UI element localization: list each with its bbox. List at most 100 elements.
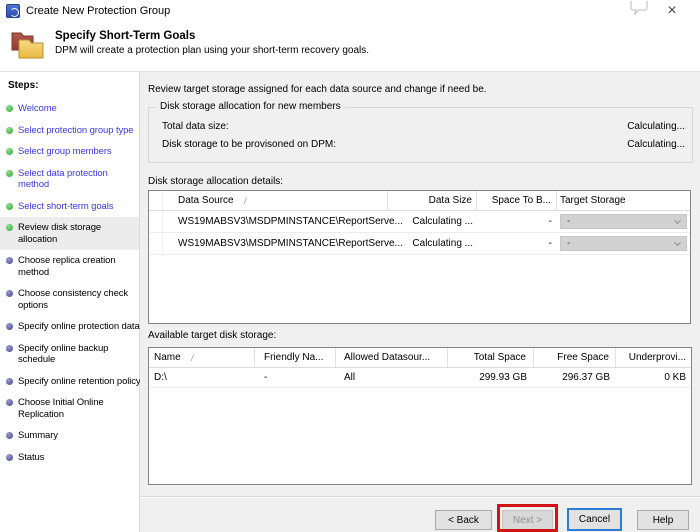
column-header-data-source[interactable]: Data Source / bbox=[163, 191, 388, 210]
target-storage-dropdown[interactable]: - bbox=[560, 214, 687, 229]
feedback-bubble-icon[interactable] bbox=[630, 1, 648, 20]
sidebar-step-label: Select group members bbox=[18, 146, 112, 157]
allocation-groupbox-legend: Disk storage allocation for new members bbox=[156, 101, 345, 112]
step-status-bullet bbox=[6, 169, 13, 177]
disk-storage-provisioned-value: Calculating... bbox=[627, 139, 685, 150]
target-storage-dropdown[interactable]: - bbox=[560, 236, 687, 251]
allowed-datasources-cell: All bbox=[344, 372, 356, 383]
space-to-be-cell: - bbox=[548, 216, 552, 227]
sidebar-step-select-short-term-goals[interactable]: Select short-term goals bbox=[0, 196, 139, 218]
allocation-groupbox: Disk storage allocation for new members … bbox=[148, 101, 693, 163]
column-header-target-storage[interactable]: Target Storage bbox=[557, 191, 690, 210]
data-source-cell: WS19MABSV3\MSDPMINSTANCE\ReportServe... bbox=[178, 216, 403, 227]
sidebar-step-summary[interactable]: Summary bbox=[0, 425, 139, 447]
data-size-cell: Calculating ... bbox=[412, 216, 473, 227]
target-storage-cell: - bbox=[557, 211, 690, 232]
available-table: Name / Friendly Na... Allowed Datasour..… bbox=[148, 347, 692, 485]
sidebar-step-select-group-members[interactable]: Select group members bbox=[0, 141, 139, 163]
step-status-bullet bbox=[6, 257, 13, 264]
row-select-cell bbox=[149, 233, 163, 254]
sidebar-step-choose-consistency-check-options[interactable]: Choose consistency check options bbox=[0, 283, 139, 316]
sort-ascending-icon: / bbox=[242, 195, 247, 206]
sidebar-step-welcome[interactable]: Welcome bbox=[0, 98, 139, 120]
column-header-data-size[interactable]: Data Size bbox=[388, 191, 477, 210]
step-status-bullet bbox=[6, 126, 13, 134]
sidebar-step-choose-initial-online-replication[interactable]: Choose Initial Online Replication bbox=[0, 392, 139, 425]
sidebar-step-specify-online-retention-policy[interactable]: Specify online retention policy bbox=[0, 371, 141, 393]
column-header-label: Data Source bbox=[178, 195, 234, 206]
sidebar-step-label: Specify online backup schedule bbox=[18, 342, 109, 366]
page-subtitle: DPM will create a protection plan using … bbox=[55, 45, 370, 56]
row-select-header bbox=[149, 191, 163, 210]
page-title: Specify Short-Term Goals bbox=[55, 30, 196, 42]
step-status-bullet bbox=[6, 105, 13, 112]
step-status-bullet bbox=[6, 148, 13, 155]
step-status-bullet bbox=[6, 224, 13, 231]
column-header-friendly-name[interactable]: Friendly Na... bbox=[255, 348, 336, 367]
step-status-bullet bbox=[6, 453, 13, 461]
sidebar-step-label: Select protection group type bbox=[18, 124, 134, 136]
sidebar-step-choose-replica-creation-method[interactable]: Choose replica creation method bbox=[0, 250, 139, 283]
sidebar-step-label: Welcome bbox=[18, 103, 57, 114]
details-table-body: WS19MABSV3\MSDPMINSTANCE\ReportServe... C… bbox=[149, 211, 690, 255]
step-status-bullet bbox=[6, 432, 13, 439]
sidebar-step-label: Select short-term goals bbox=[18, 200, 114, 212]
sidebar-step-label: Specify online protection data bbox=[18, 321, 140, 332]
available-table-header: Name / Friendly Na... Allowed Datasour..… bbox=[149, 348, 691, 368]
step-status-bullet bbox=[6, 399, 13, 406]
details-table-row[interactable]: WS19MABSV3\MSDPMINSTANCE\ReportServe... C… bbox=[149, 233, 690, 255]
column-header-space-to-be[interactable]: Space To B... bbox=[477, 191, 557, 210]
total-data-size-value: Calculating... bbox=[627, 121, 685, 132]
available-table-row[interactable]: D:\ - All 299.93 GB 296.37 GB 0 KB bbox=[149, 368, 691, 388]
target-storage-cell: - bbox=[557, 233, 690, 254]
cancel-button[interactable]: Cancel bbox=[567, 508, 622, 531]
sidebar-step-status[interactable]: Status bbox=[0, 447, 139, 469]
column-header-total-space[interactable]: Total Space bbox=[448, 348, 534, 367]
column-header-allowed-datasources[interactable]: Allowed Datasour... bbox=[336, 348, 448, 367]
available-table-label: Available target disk storage: bbox=[148, 330, 277, 341]
column-header-label: Name bbox=[154, 352, 181, 363]
sidebar-step-label: Choose Initial Online Replication bbox=[18, 397, 104, 420]
sidebar-step-label: Specify online retention policy bbox=[18, 375, 141, 387]
intro-text: Review target storage assigned for each … bbox=[148, 84, 487, 95]
sidebar-step-label: Select data protection method bbox=[18, 167, 108, 191]
available-table-body: D:\ - All 299.93 GB 296.37 GB 0 KB bbox=[149, 368, 691, 388]
details-table-row[interactable]: WS19MABSV3\MSDPMINSTANCE\ReportServe... C… bbox=[149, 211, 690, 233]
help-button[interactable]: Help bbox=[637, 510, 689, 530]
total-data-size-label: Total data size: bbox=[162, 121, 229, 132]
sidebar-step-review-disk-storage-allocation[interactable]: Review disk storage allocation bbox=[0, 217, 139, 250]
next-button[interactable]: Next > bbox=[502, 510, 553, 530]
back-button[interactable]: < Back bbox=[435, 510, 492, 530]
dropdown-value: - bbox=[567, 216, 571, 227]
steps-heading: Steps: bbox=[8, 80, 39, 91]
details-table-label: Disk storage allocation details: bbox=[148, 176, 284, 187]
sidebar-step-label: Review disk storage allocation bbox=[18, 222, 102, 245]
column-header-underprovisioned[interactable]: Underprovi... bbox=[616, 348, 691, 367]
dpm-app-icon bbox=[6, 4, 20, 18]
create-new-protection-group-dialog: Create New Protection Group × Specify Sh… bbox=[0, 0, 700, 532]
sidebar-step-specify-online-protection-data[interactable]: Specify online protection data bbox=[0, 316, 140, 338]
friendly-name-cell: - bbox=[264, 372, 268, 383]
disk-storage-provisioned-label: Disk storage to be provisoned on DPM: bbox=[162, 139, 336, 150]
details-table-header: Data Source / Data Size Space To B... Ta… bbox=[149, 191, 690, 211]
step-status-bullet bbox=[6, 344, 13, 352]
total-data-size-row: Total data size: Calculating... bbox=[149, 121, 692, 133]
steps-list: Welcome Select protection group type Selec… bbox=[0, 98, 141, 469]
sidebar-step-select-protection-group-type[interactable]: Select protection group type bbox=[0, 120, 139, 142]
sidebar-step-label: Choose consistency check options bbox=[18, 288, 129, 311]
column-header-name[interactable]: Name / bbox=[149, 348, 255, 367]
total-space-cell: 299.93 GB bbox=[479, 372, 527, 383]
step-status-bullet bbox=[6, 377, 13, 385]
close-button[interactable]: × bbox=[655, 0, 689, 22]
name-cell: D:\ bbox=[154, 372, 167, 383]
sidebar-step-label: Choose replica creation method bbox=[18, 255, 116, 278]
sidebar-step-specify-online-backup-schedule[interactable]: Specify online backup schedule bbox=[0, 338, 139, 371]
footer-separator bbox=[140, 496, 700, 498]
sidebar-step-label: Status bbox=[18, 451, 45, 463]
column-header-free-space[interactable]: Free Space bbox=[534, 348, 616, 367]
row-select-cell bbox=[149, 211, 163, 232]
sidebar-step-select-data-protection-method[interactable]: Select data protection method bbox=[0, 163, 139, 196]
main-content: Review target storage assigned for each … bbox=[140, 72, 700, 532]
step-status-bullet bbox=[6, 290, 13, 297]
wizard-header: Specify Short-Term Goals DPM will create… bbox=[0, 22, 700, 72]
